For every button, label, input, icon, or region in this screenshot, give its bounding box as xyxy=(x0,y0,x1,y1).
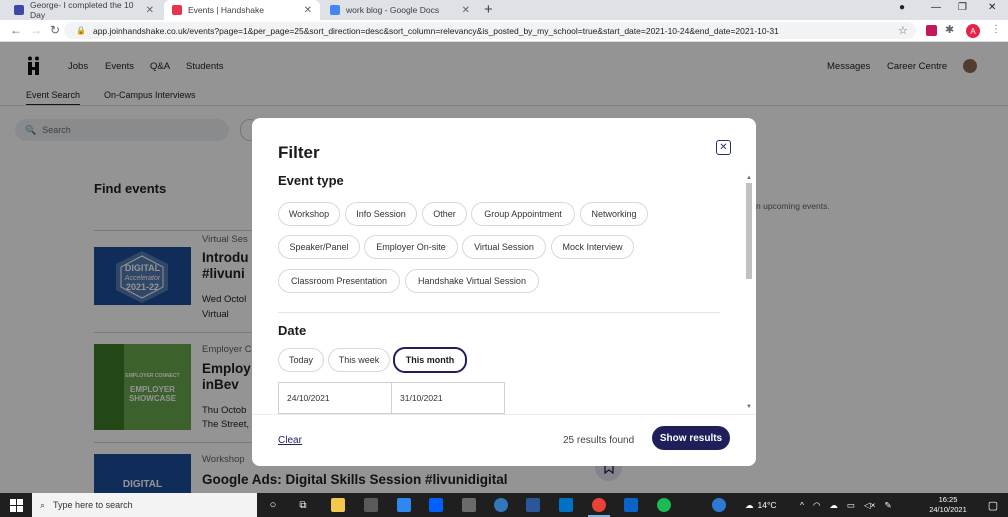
chip-other[interactable]: Other xyxy=(422,202,467,226)
shield-favicon-icon xyxy=(14,5,24,15)
search-icon: ⌕ xyxy=(40,499,46,510)
chrome-menu-icon[interactable]: ⋮ xyxy=(991,24,1001,35)
task-view-icon[interactable]: ⧉ xyxy=(294,493,312,517)
chip-info-session[interactable]: Info Session xyxy=(345,202,417,226)
file-explorer-icon[interactable] xyxy=(331,498,345,512)
close-icon: ✕ xyxy=(719,142,728,153)
chip-today[interactable]: Today xyxy=(278,348,324,372)
chip-handshake-virtual-session[interactable]: Handshake Virtual Session xyxy=(405,269,539,293)
notification-icon[interactable]: ▢ xyxy=(983,493,1003,517)
profile-avatar[interactable]: A xyxy=(966,24,980,38)
docs-favicon-icon xyxy=(330,5,340,15)
tab-close-icon[interactable]: ✕ xyxy=(146,5,154,16)
modal-title: Filter xyxy=(278,143,320,162)
close-window-icon[interactable]: ✕ xyxy=(988,2,996,13)
help-icon[interactable] xyxy=(712,498,726,512)
scroll-thumb[interactable] xyxy=(746,183,752,279)
end-date-input[interactable]: 31/10/2021 xyxy=(391,382,505,414)
chip-virtual-session[interactable]: Virtual Session xyxy=(462,235,546,259)
minimize-icon[interactable]: — xyxy=(931,2,941,13)
handshake-page: Jobs Events Q&A Students Messages Career… xyxy=(0,42,1008,493)
system-tray: ^ ◠ ☁ ▭ ◁× ✎ xyxy=(800,493,892,517)
browser-tab-strip: George- I completed the 10 Day ✕ Events … xyxy=(0,0,1008,20)
start-date-input[interactable]: 24/10/2021 xyxy=(278,382,392,414)
tab-title: George- I completed the 10 Day xyxy=(30,0,134,20)
back-arrow-icon[interactable]: ← xyxy=(10,23,22,37)
edge-icon[interactable] xyxy=(494,498,508,512)
clock-date: 24/10/2021 xyxy=(929,505,967,514)
cloud-icon: ☁ xyxy=(745,499,754,510)
volume-icon[interactable]: ◁× xyxy=(864,500,876,511)
new-tab-plus-icon[interactable]: + xyxy=(484,1,493,18)
word-icon[interactable] xyxy=(526,498,540,512)
chip-this-week[interactable]: This week xyxy=(328,348,390,372)
show-hidden-icons-icon[interactable]: ^ xyxy=(800,500,804,510)
dropbox-icon[interactable] xyxy=(429,498,443,512)
windows-logo-icon xyxy=(9,498,23,512)
handshake-favicon-icon xyxy=(172,5,182,15)
tab-search-icon[interactable]: ● xyxy=(899,2,905,13)
chrome-icon[interactable] xyxy=(592,498,606,512)
show-results-button[interactable]: Show results xyxy=(652,426,730,450)
filter-modal: Filter ✕ Event type Workshop Info Sessio… xyxy=(252,118,756,466)
bookmark-star-icon[interactable]: ☆ xyxy=(898,24,908,37)
windows-taskbar: ⌕ Type here to search ○ ⧉ ☁ 14°C ^ ◠ ☁ ▭… xyxy=(0,493,1008,517)
chip-classroom-presentation[interactable]: Classroom Presentation xyxy=(278,269,400,293)
chip-networking[interactable]: Networking xyxy=(580,202,648,226)
chip-this-month[interactable]: This month xyxy=(393,347,467,373)
pen-icon[interactable]: ✎ xyxy=(884,500,891,511)
app-icon[interactable] xyxy=(462,498,476,512)
windows-start-icon[interactable] xyxy=(0,493,32,517)
chip-mock-interview[interactable]: Mock Interview xyxy=(551,235,634,259)
results-count: 25 results found xyxy=(563,435,635,446)
chip-workshop[interactable]: Workshop xyxy=(278,202,340,226)
clear-filters-link[interactable]: Clear xyxy=(278,435,302,446)
chip-group-appointment[interactable]: Group Appointment xyxy=(471,202,575,226)
browser-tab-handshake[interactable]: Events | Handshake ✕ xyxy=(164,0,320,20)
wifi-icon[interactable]: ◠ xyxy=(813,500,820,511)
weather-widget[interactable]: ☁ 14°C xyxy=(745,493,777,517)
forward-arrow-icon[interactable]: → xyxy=(30,23,42,37)
browser-tab-docs[interactable]: work blog - Google Docs ✕ xyxy=(322,0,478,20)
extension-pocket-icon[interactable] xyxy=(926,25,937,36)
chip-employer-on-site[interactable]: Employer On-site xyxy=(364,235,458,259)
spotify-icon[interactable] xyxy=(657,498,671,512)
date-heading: Date xyxy=(278,323,307,338)
taskbar-search-placeholder: Type here to search xyxy=(53,500,133,510)
mail-icon[interactable] xyxy=(397,498,411,512)
outlook-icon[interactable] xyxy=(559,498,573,512)
cortana-circle-icon[interactable]: ○ xyxy=(264,493,282,517)
section-divider xyxy=(278,312,720,313)
scroll-up-arrow-icon[interactable]: ▲ xyxy=(745,175,753,181)
scroll-down-arrow-icon[interactable]: ▼ xyxy=(745,404,753,410)
store-icon[interactable] xyxy=(364,498,378,512)
extensions-puzzle-icon[interactable]: ✱ xyxy=(945,23,956,36)
lock-icon: 🔒 xyxy=(76,26,86,35)
restore-icon[interactable]: ❐ xyxy=(958,2,967,13)
reload-icon[interactable]: ↻ xyxy=(50,23,60,37)
taskbar-search-box[interactable]: ⌕ Type here to search xyxy=(32,493,257,517)
battery-icon[interactable]: ▭ xyxy=(847,500,855,511)
close-modal-button[interactable]: ✕ xyxy=(716,140,731,155)
weather-temp: 14°C xyxy=(757,500,777,510)
url-field[interactable]: 🔒 app.joinhandshake.co.uk/events?page=1&… xyxy=(64,22,916,39)
modal-footer: Clear 25 results found Show results xyxy=(252,414,756,466)
event-type-heading: Event type xyxy=(278,173,344,188)
system-clock[interactable]: 16:25 24/10/2021 xyxy=(924,495,972,515)
tab-close-icon[interactable]: ✕ xyxy=(462,5,470,16)
address-bar-row: ← → ↻ 🔒 app.joinhandshake.co.uk/events?p… xyxy=(0,20,1008,42)
onedrive-tray-icon[interactable]: ☁ xyxy=(829,500,838,511)
tab-close-icon[interactable]: ✕ xyxy=(304,5,312,16)
browser-tab-blog[interactable]: George- I completed the 10 Day ✕ xyxy=(6,0,162,20)
clock-time: 16:25 xyxy=(938,495,958,504)
tab-title: Events | Handshake xyxy=(188,5,264,15)
chip-speaker-panel[interactable]: Speaker/Panel xyxy=(278,235,360,259)
tab-title: work blog - Google Docs xyxy=(346,5,440,15)
onedrive-icon[interactable] xyxy=(624,498,638,512)
modal-scrollbar[interactable]: ▲ ▼ xyxy=(745,175,753,411)
url-text: app.joinhandshake.co.uk/events?page=1&pe… xyxy=(92,25,779,36)
